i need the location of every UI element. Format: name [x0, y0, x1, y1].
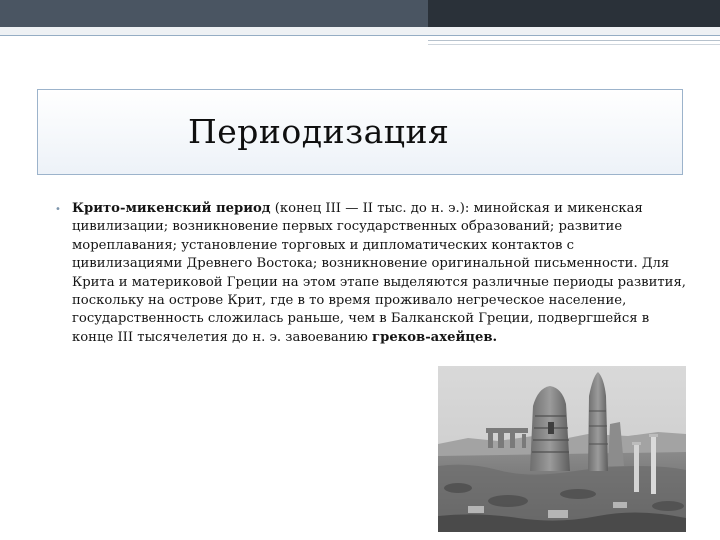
body-paragraph: Крито-микенский период (конец III — II т…	[72, 200, 687, 347]
header-rule	[0, 35, 720, 36]
period-ending: греков-ахейцев.	[372, 329, 498, 345]
period-description: (конец III — II тыс. до н. э.): минойска…	[72, 201, 686, 345]
header-rule-thin-2	[428, 44, 720, 45]
header-stripe	[0, 27, 720, 35]
bullet-marker: •	[55, 204, 61, 215]
header-rule-thin	[428, 40, 720, 41]
ruins-photo	[438, 366, 686, 532]
title-box: Периодизация	[37, 89, 683, 175]
slide-title: Периодизация	[188, 112, 450, 151]
top-band-accent	[428, 0, 720, 27]
ruins-photo-image	[438, 366, 686, 532]
period-term: Крито-микенский период	[72, 201, 271, 216]
